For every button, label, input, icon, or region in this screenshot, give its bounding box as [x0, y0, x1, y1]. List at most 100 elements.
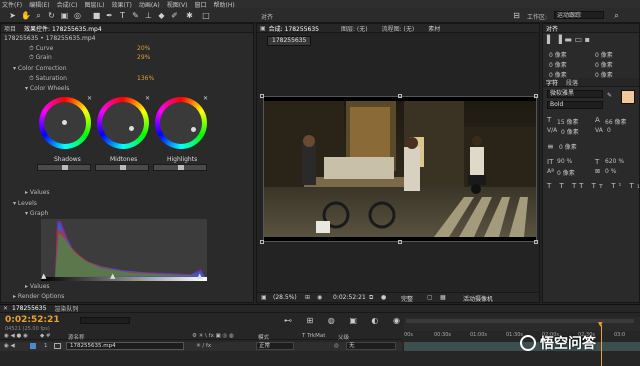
values-row[interactable]: ▸ Values — [25, 188, 50, 197]
col-source-name[interactable]: 源名称 — [68, 333, 85, 341]
eyedropper-icon[interactable]: ✎ — [607, 92, 612, 99]
tsume-value[interactable]: 0 % — [605, 168, 616, 175]
tracking-value[interactable]: 0 — [607, 127, 611, 134]
curve-value[interactable]: 20% — [137, 44, 150, 53]
col-mode[interactable]: 模式 — [258, 333, 269, 341]
tab-timeline-comp[interactable]: 178255635 — [12, 305, 46, 312]
grid-icon[interactable]: ⊞ — [305, 294, 310, 301]
col-parent[interactable]: 父级 — [338, 333, 349, 341]
clone-tool-icon[interactable]: ⊥ — [144, 11, 153, 20]
stopwatch-icon[interactable]: ⏱ — [29, 75, 36, 82]
reset-icon[interactable]: ✕ — [145, 95, 150, 102]
comp-subtab[interactable]: 178255635 — [267, 36, 312, 46]
workspace-icon[interactable]: ⊟ — [512, 11, 521, 20]
color-wheels-row[interactable]: ▾ Color Wheels — [25, 84, 69, 93]
col-trkmat[interactable]: T TrkMat — [302, 333, 325, 339]
shadows-slider[interactable] — [37, 164, 91, 171]
transparency-grid-icon[interactable]: ▦ — [440, 294, 446, 301]
hand-tool-icon[interactable]: ✋ — [21, 11, 31, 20]
baseline-shift-value[interactable]: 0 像素 — [557, 168, 575, 177]
layer-parent-select[interactable]: 无 — [346, 342, 396, 350]
px-value-2[interactable]: 0 像素 — [595, 50, 613, 59]
tab-flowchart[interactable]: 流程图: (无) — [382, 24, 415, 33]
text-tool-icon[interactable]: T — [118, 11, 127, 20]
camera-snapshot-icon[interactable]: ◉ — [317, 294, 322, 301]
pan-behind-tool-icon[interactable]: ◎ — [73, 11, 82, 20]
highlights-slider[interactable] — [153, 164, 207, 171]
leading-value[interactable]: 66 像素 — [605, 117, 627, 126]
comp-timecode[interactable]: 0:02:52:21 — [333, 294, 366, 301]
tab-composition[interactable]: 合成: 178255635 — [269, 24, 319, 33]
vertical-scale-value[interactable]: 90 % — [557, 158, 572, 165]
workspace-select[interactable]: 运动跟踪 — [554, 11, 604, 19]
black-point-handle[interactable]: ▲ — [41, 272, 46, 280]
saturation-value[interactable]: 136% — [137, 74, 154, 83]
show-channel-icon[interactable]: ● — [381, 294, 386, 301]
saturation-row[interactable]: ⏱ Saturation — [29, 74, 67, 83]
parent-pickwhip-icon[interactable]: ◎ — [334, 343, 339, 349]
text-style-buttons[interactable]: T T TT Tт T¹ T₁ — [547, 182, 640, 190]
tab-layer[interactable]: 图层: (无) — [341, 24, 368, 33]
tab-character[interactable]: 字符 — [546, 78, 558, 87]
px-value-4[interactable]: 0 像素 — [595, 60, 613, 69]
px-value-1[interactable]: 0 像素 — [549, 50, 567, 59]
pen-tool-icon[interactable]: ✒ — [105, 11, 114, 20]
zoom-tool-icon[interactable]: ⌕ — [34, 11, 43, 20]
tab-footage[interactable]: 素材 — [428, 24, 440, 33]
playhead-icon[interactable]: ▼ — [598, 321, 603, 328]
layer-mode-select[interactable]: 正常 — [256, 342, 294, 350]
values2-row[interactable]: ▸ Values — [25, 282, 50, 291]
curve-row[interactable]: ⏱ Curve — [29, 44, 53, 53]
brush-tool-icon[interactable]: ✎ — [131, 11, 140, 20]
px-value-3[interactable]: 0 像素 — [549, 60, 567, 69]
horizontal-scale-value[interactable]: 620 % — [605, 158, 624, 165]
eraser-tool-icon[interactable]: ◆ — [157, 11, 166, 20]
midtones-slider[interactable] — [95, 164, 149, 171]
timeline-search-input[interactable] — [80, 317, 130, 324]
font-size-value[interactable]: 15 像素 — [557, 117, 579, 126]
search-help-icon[interactable]: ⌕ — [612, 11, 621, 20]
font-family-select[interactable]: 微软雅黑 — [547, 90, 603, 98]
zoom-select[interactable]: (28.5%) — [273, 294, 297, 301]
puppet-tool-icon[interactable]: ✱ — [185, 11, 194, 20]
camera-select[interactable]: 活动摄像机 — [463, 294, 493, 303]
tab-render-queue[interactable]: 渲染队列 — [54, 304, 78, 313]
time-navigator[interactable] — [404, 317, 640, 331]
camera-tool-icon[interactable]: ▣ — [60, 11, 69, 20]
roto-brush-tool-icon[interactable]: ✐ — [170, 11, 179, 20]
current-time-indicator[interactable] — [601, 325, 602, 366]
grain-value[interactable]: 29% — [137, 53, 150, 62]
stroke-value[interactable]: 0 像素 — [559, 142, 577, 151]
layer-switches[interactable]: ✳ / fx — [196, 343, 211, 349]
timeline-layer-row[interactable]: ◉ ◀ 1 178255635.mp4 ✳ / fx 正常 ◎ 无 — [0, 342, 402, 351]
region-icon[interactable]: ▢ — [427, 294, 433, 301]
timeline-timecode[interactable]: 0:02:52:21 — [5, 315, 60, 325]
layer-name[interactable]: 178255635.mp4 — [66, 342, 184, 350]
reset-icon[interactable]: ✕ — [203, 95, 208, 102]
align-icons[interactable]: ▌ ▐ ▬ ▭ ▪ — [547, 35, 590, 44]
tab-align[interactable]: 对齐 — [546, 24, 558, 33]
frame-handle[interactable] — [398, 240, 402, 244]
grain-row[interactable]: ⏱ Grain — [29, 53, 52, 62]
close-icon[interactable]: ✕ — [3, 305, 8, 312]
font-style-select[interactable]: Bold — [547, 101, 603, 109]
always-preview-icon[interactable]: ▣ — [261, 294, 267, 301]
gamma-handle[interactable]: ▲ — [110, 272, 115, 280]
frame-handle[interactable] — [260, 240, 264, 244]
levels-row[interactable]: ▾ Levels — [13, 199, 37, 208]
reset-icon[interactable]: ✕ — [87, 95, 92, 102]
render-options-row[interactable]: ▸ Render Options — [13, 292, 64, 301]
frame-handle[interactable] — [260, 94, 264, 98]
white-point-handle[interactable]: ▲ — [197, 272, 202, 280]
snapshot-icon[interactable]: ⧉ — [369, 294, 373, 302]
shadows-color-wheel[interactable] — [39, 97, 91, 149]
color-correction-row[interactable]: ▾ Color Correction — [13, 64, 67, 73]
layer-color-label[interactable] — [30, 343, 36, 349]
frame-handle[interactable] — [534, 94, 538, 98]
fill-color-swatch[interactable] — [621, 90, 635, 104]
lock-icon[interactable]: ▣ — [260, 25, 266, 32]
comp-viewer[interactable] — [263, 96, 537, 242]
rotate-tool-icon[interactable]: ↻ — [47, 11, 56, 20]
frame-handle[interactable] — [398, 94, 402, 98]
selection-tool-icon[interactable]: ➤ — [8, 11, 17, 20]
